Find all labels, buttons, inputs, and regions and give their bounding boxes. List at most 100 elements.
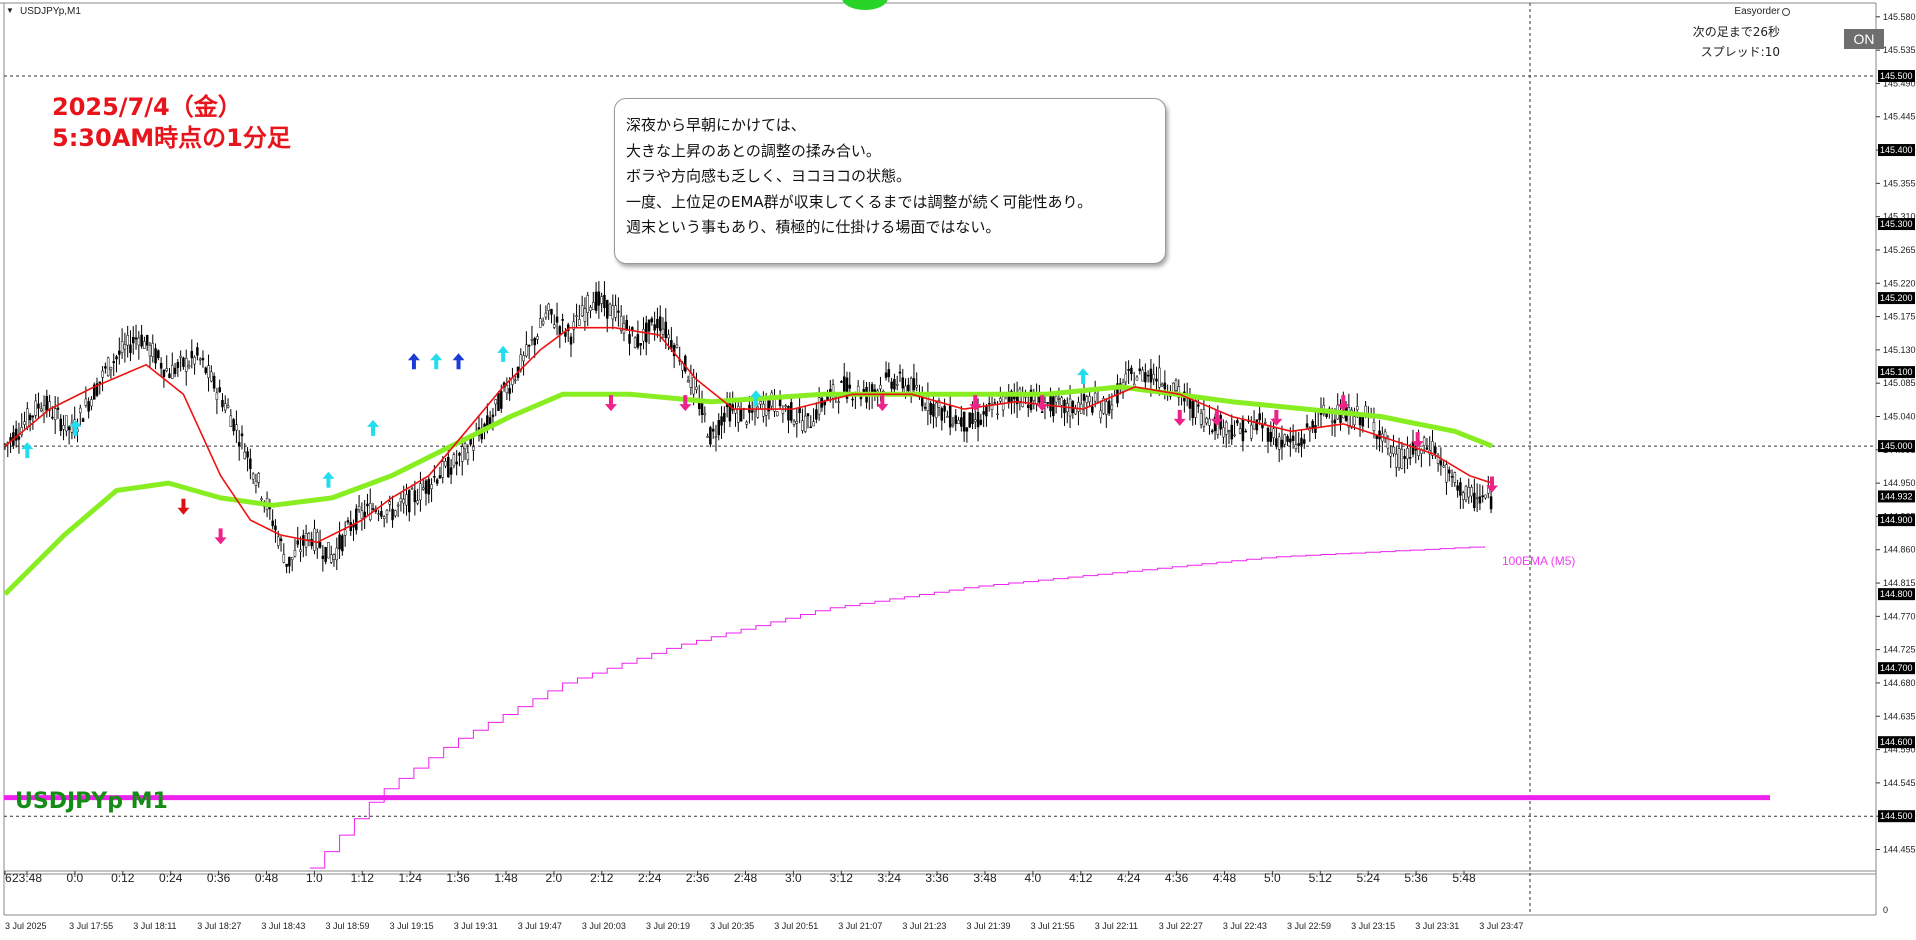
candle-body <box>165 368 168 371</box>
candle-body <box>907 384 910 392</box>
candle-body <box>366 503 369 507</box>
candle-body <box>1255 419 1259 431</box>
candle-body <box>962 411 966 432</box>
candle-body <box>1453 472 1457 483</box>
candle-body <box>750 410 754 413</box>
date-annotation: 2025/7/4（金） 5:30AM時点の1分足 <box>52 92 291 154</box>
candle-body <box>993 402 997 404</box>
candle-body <box>279 538 283 542</box>
candle-body <box>787 405 790 421</box>
candle-body <box>433 476 436 478</box>
time-label-bottom: 3 Jul 2025 <box>5 921 47 931</box>
price-tick-label: 144.680 <box>1883 678 1916 688</box>
candle-body <box>1289 438 1292 443</box>
candle-body <box>472 446 475 451</box>
candle-body <box>893 378 896 390</box>
candle-body <box>611 305 615 320</box>
candle-body <box>915 385 918 388</box>
candle-body <box>1389 452 1392 457</box>
candle-body <box>622 323 626 334</box>
price-tick-label: 145.040 <box>1883 411 1916 421</box>
candle-body <box>1392 446 1395 454</box>
candle-body <box>642 328 645 342</box>
candle-body <box>123 344 127 350</box>
candle-body <box>299 549 302 552</box>
indicator-axis-label: 0 <box>1883 905 1888 915</box>
candle-body <box>274 525 277 531</box>
time-label-bottom: 3 Jul 23:31 <box>1415 921 1459 931</box>
candle-body <box>575 315 578 317</box>
candle-body <box>187 364 191 368</box>
candle-body <box>553 324 556 328</box>
candle-body <box>709 427 712 445</box>
candle-body <box>173 367 177 375</box>
candle-body <box>1127 368 1130 371</box>
candle-body <box>360 510 364 519</box>
candle-body <box>182 357 185 367</box>
price-tick-label: 145.265 <box>1883 245 1916 255</box>
symbol-menu-arrow-icon[interactable]: ▼ <box>6 6 14 15</box>
candle-body <box>240 433 244 437</box>
candle-body <box>1124 373 1128 383</box>
candle-body <box>145 335 149 346</box>
candle-body <box>675 344 679 348</box>
candle-body <box>1244 430 1247 433</box>
candle-body <box>812 421 815 427</box>
time-label-top: 2:12 <box>590 871 614 885</box>
candle-body <box>140 334 143 347</box>
date-annotation-line2: 5:30AM時点の1分足 <box>52 124 291 152</box>
candle-body <box>583 308 587 322</box>
candle-body <box>1241 418 1245 442</box>
candle-body <box>1305 423 1309 428</box>
candle-body <box>1397 448 1401 469</box>
candle-body <box>1447 469 1451 474</box>
candle-body <box>1355 406 1359 411</box>
time-label-bottom: 3 Jul 22:43 <box>1223 921 1267 931</box>
candle-body <box>1252 422 1256 430</box>
candle-body <box>954 415 958 424</box>
candle-body <box>932 403 935 417</box>
ea-smiley-icon[interactable] <box>1782 8 1790 16</box>
candle-body <box>293 549 297 557</box>
candle-body <box>901 377 905 389</box>
candle-body <box>801 420 804 431</box>
candle-body <box>1286 436 1289 442</box>
candle-body <box>1046 402 1050 404</box>
candle-body <box>143 341 146 349</box>
candle-body <box>137 337 141 346</box>
time-label-top: 4:12 <box>1069 871 1093 885</box>
candle-body <box>1149 368 1153 383</box>
time-label-top: 5:12 <box>1309 871 1333 885</box>
candle-body <box>455 461 458 465</box>
candle-body <box>848 384 852 389</box>
candle-body <box>684 355 687 372</box>
price-tick-label: 145.355 <box>1883 178 1916 188</box>
candle-body <box>784 405 787 407</box>
candle-body <box>148 345 152 357</box>
candle-body <box>1439 460 1443 466</box>
time-label-top: 3:0 <box>785 871 802 885</box>
candle-body <box>999 398 1002 402</box>
candle-body <box>341 535 344 552</box>
candle-body <box>658 316 662 331</box>
candle-body <box>586 295 589 313</box>
candle-body <box>851 398 854 401</box>
candle-body <box>84 398 88 406</box>
ea-on-button[interactable]: ON <box>1844 29 1884 49</box>
candle-body <box>1208 418 1211 426</box>
candle-body <box>929 402 932 415</box>
candle-body <box>104 366 107 369</box>
candle-body <box>1300 437 1303 446</box>
candle-body <box>207 365 210 379</box>
time-label-top: 1:24 <box>399 871 423 885</box>
candle-body <box>449 467 453 475</box>
candle-body <box>494 399 497 405</box>
time-label-top: 3:48 <box>973 871 997 885</box>
candle-body <box>385 509 389 515</box>
time-label-top: 1:48 <box>494 871 518 885</box>
time-label-top: 2:36 <box>686 871 710 885</box>
candle-body <box>120 341 124 353</box>
candle-body <box>243 451 247 459</box>
candle-body <box>37 403 40 409</box>
candle-body <box>614 305 617 318</box>
